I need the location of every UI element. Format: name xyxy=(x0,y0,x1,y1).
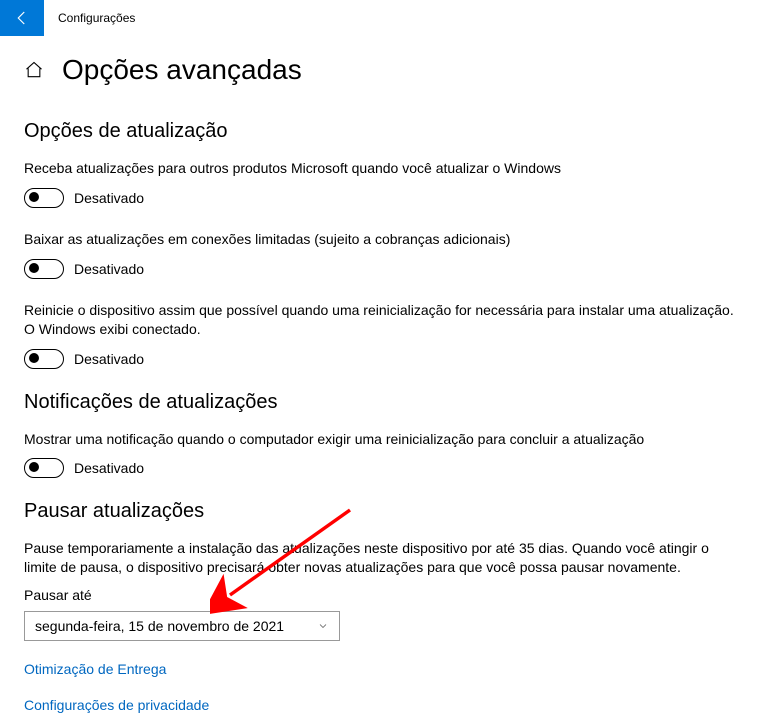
dropdown-selected-value: segunda-feira, 15 de novembro de 2021 xyxy=(35,618,284,634)
window-title: Configurações xyxy=(58,11,135,25)
option-text: Baixar as atualizações em conexões limit… xyxy=(24,230,736,249)
toggle-metered-downloads[interactable] xyxy=(24,259,64,279)
toggle-row: Desativado xyxy=(24,349,736,369)
chevron-down-icon xyxy=(317,620,329,632)
back-button[interactable] xyxy=(0,0,44,36)
page-header: Opções avançadas xyxy=(24,54,736,86)
toggle-row: Desativado xyxy=(24,458,736,478)
section-title-update-options: Opções de atualização xyxy=(24,120,736,143)
toggle-state-label: Desativado xyxy=(74,460,144,476)
toggle-row: Desativado xyxy=(24,259,736,279)
pause-until-dropdown[interactable]: segunda-feira, 15 de novembro de 2021 xyxy=(24,611,340,641)
toggle-row: Desativado xyxy=(24,188,736,208)
option-text: Reinicie o dispositivo assim que possíve… xyxy=(24,301,736,339)
pause-description: Pause temporariamente a instalação das a… xyxy=(24,539,736,577)
home-icon[interactable] xyxy=(24,60,44,80)
page-title: Opções avançadas xyxy=(62,54,302,86)
link-delivery-optimization[interactable]: Otimização de Entrega xyxy=(24,661,736,677)
toggle-auto-restart[interactable] xyxy=(24,349,64,369)
toggle-state-label: Desativado xyxy=(74,190,144,206)
link-privacy-settings[interactable]: Configurações de privacidade xyxy=(24,697,736,713)
arrow-left-icon xyxy=(13,9,31,27)
section-title-pause: Pausar atualizações xyxy=(24,500,736,523)
toggle-microsoft-products[interactable] xyxy=(24,188,64,208)
option-text: Receba atualizações para outros produtos… xyxy=(24,159,736,178)
pause-until-label: Pausar até xyxy=(24,587,736,603)
toggle-state-label: Desativado xyxy=(74,351,144,367)
toggle-restart-notification[interactable] xyxy=(24,458,64,478)
section-title-notifications: Notificações de atualizações xyxy=(24,391,736,414)
option-text: Mostrar uma notificação quando o computa… xyxy=(24,430,736,449)
toggle-state-label: Desativado xyxy=(74,261,144,277)
titlebar: Configurações xyxy=(0,0,760,36)
